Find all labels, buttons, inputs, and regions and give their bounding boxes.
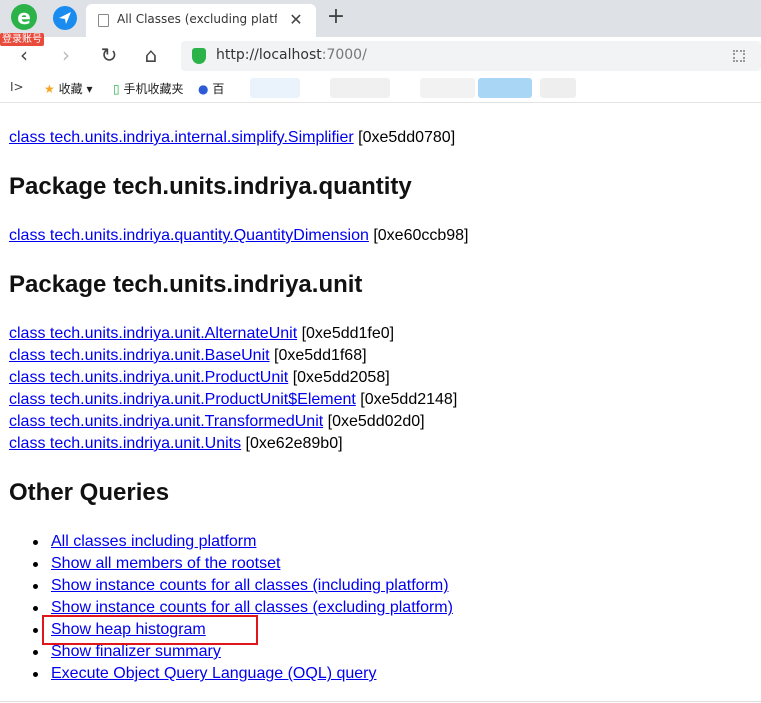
class-link[interactable]: class tech.units.indriya.quantity.Quanti… [9,227,369,244]
package-heading: Package tech.units.indriya.quantity [9,173,412,200]
blurred-bookmark[interactable] [420,78,475,98]
forward-button[interactable]: › [54,43,78,67]
highlight-annotation-box [42,615,258,645]
class-entry: class tech.units.indriya.unit.AlternateU… [9,323,394,345]
reload-button[interactable]: ↻ [97,43,121,67]
url-host: http://localhost [216,47,322,63]
class-entry: class tech.units.indriya.unit.ProductUni… [9,389,457,411]
class-link[interactable]: class tech.units.indriya.unit.Transforme… [9,413,323,430]
address-bar[interactable]: http://localhost:7000/ [181,41,761,71]
tab-title: All Classes (excluding platform) [117,12,277,26]
bookmark-baidu-label: 百 [212,82,225,96]
query-link[interactable]: Show all members of the rootset [51,555,280,572]
query-list-item: Show all members of the rootset [32,553,280,575]
class-link[interactable]: class tech.units.indriya.unit.ProductUni… [9,369,288,386]
back-button[interactable]: ‹ [12,43,36,67]
login-account-badge[interactable]: 登录账号 [0,33,44,46]
star-icon: ★ [44,82,55,96]
dropdown-caret-icon: ▾ [86,82,93,96]
query-list-item: Execute Object Query Language (OQL) quer… [33,663,377,685]
page-content: class tech.units.indriya.internal.simpli… [0,103,761,703]
bookmark-mobile[interactable]: ▯ 手机收藏夹 [113,80,183,97]
class-link[interactable]: class tech.units.indriya.internal.simpli… [9,129,354,146]
class-link[interactable]: class tech.units.indriya.unit.BaseUnit [9,347,270,364]
class-address: [0xe5dd2058] [288,369,390,386]
divider [0,701,761,702]
other-queries-heading: Other Queries [9,479,170,506]
class-link[interactable]: class tech.units.indriya.unit.ProductUni… [9,391,356,408]
bookmark-favorites-label: 收藏 [58,82,83,96]
query-link[interactable]: All classes including platform [51,533,256,550]
bookmark-baidu[interactable]: ● 百 [198,80,224,97]
class-entry: class tech.units.indriya.quantity.Quanti… [9,225,469,247]
blurred-bookmark[interactable] [540,78,576,98]
blurred-bookmark[interactable] [478,78,532,98]
blurred-bookmark[interactable] [330,78,390,98]
security-shield-icon [192,48,206,64]
bookmark-mobile-label: 手机收藏夹 [123,82,184,96]
class-link[interactable]: class tech.units.indriya.unit.Units [9,435,241,452]
browser-logo-icon[interactable]: e [8,4,40,36]
baidu-paw-icon: ● [198,82,209,96]
class-address: [0xe5dd0780] [353,129,456,146]
class-address: [0xe5dd2148] [355,391,458,408]
bookmark-favorites[interactable]: ★ 收藏 ▾ [44,80,92,97]
class-entry: class tech.units.indriya.unit.ProductUni… [9,367,390,389]
class-address: [0xe60ccb98] [368,227,469,244]
url-port-path: :7000/ [321,47,367,63]
sidebar-toggle[interactable]: I> [10,80,24,94]
class-address: [0xe62e89b0] [241,435,343,452]
class-entry: class tech.units.indriya.internal.simpli… [9,127,455,149]
class-entry: class tech.units.indriya.unit.Transforme… [9,411,425,433]
class-address: [0xe5dd1f68] [269,347,367,364]
qr-code-icon[interactable] [733,50,745,62]
class-address: [0xe5dd1fe0] [297,325,395,342]
close-tab-icon[interactable]: ✕ [286,10,306,30]
navigate-arrow-icon[interactable] [53,6,77,30]
blurred-bookmark[interactable] [250,78,300,98]
query-link[interactable]: Execute Object Query Language (OQL) quer… [51,665,377,682]
query-link[interactable]: Show finalizer summary [51,643,221,660]
query-link[interactable]: Show instance counts for all classes (ex… [51,599,453,616]
class-link[interactable]: class tech.units.indriya.unit.AlternateU… [9,325,297,342]
new-tab-button[interactable]: + [324,6,348,30]
package-heading: Package tech.units.indriya.unit [9,271,363,298]
page-icon [98,14,109,27]
class-entry: class tech.units.indriya.unit.BaseUnit [… [9,345,367,367]
phone-icon: ▯ [113,82,120,96]
tab-bar: e 登录账号 All Classes (excluding platform) … [0,0,761,46]
query-link[interactable]: Show instance counts for all classes (in… [51,577,449,594]
url-text[interactable]: http://localhost:7000/ [216,47,367,63]
browser-toolbar: ‹ › ↻ ⌂ http://localhost:7000/ [0,37,761,74]
class-address: [0xe5dd02d0] [323,413,425,430]
bookmarks-bar: I> ★ 收藏 ▾ ▯ 手机收藏夹 ● 百 [0,74,761,103]
query-list-item: All classes including platform [32,531,256,553]
home-button[interactable]: ⌂ [139,43,163,67]
query-list-item: Show instance counts for all classes (in… [33,575,449,597]
tab-all-classes[interactable]: All Classes (excluding platform) ✕ [86,4,316,37]
class-entry: class tech.units.indriya.unit.Units [0xe… [9,433,343,455]
